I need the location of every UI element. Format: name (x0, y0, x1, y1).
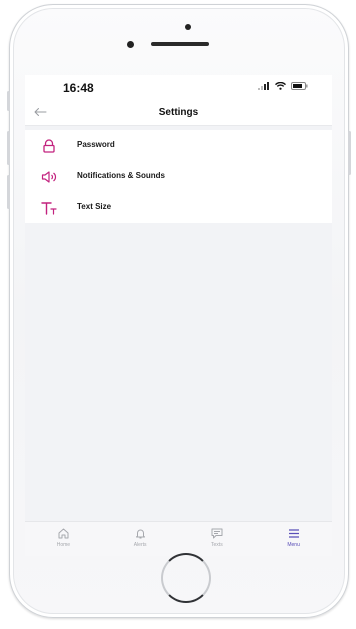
tab-label: Texts (211, 542, 223, 548)
tab-label: Menu (287, 542, 300, 548)
tab-label: Alerts (133, 542, 147, 548)
earpiece-speaker (151, 42, 209, 46)
proximity-sensor (185, 24, 191, 30)
message-icon (211, 528, 223, 539)
tab-home[interactable]: Home (25, 522, 102, 556)
speaker-icon (41, 169, 57, 185)
phone-screen: 16:48 Settings Password Notifications & … (25, 75, 332, 556)
tab-menu[interactable]: Menu (255, 522, 332, 556)
settings-item-notifications[interactable]: Notifications & Sounds (25, 161, 332, 192)
power-button (348, 131, 351, 175)
tab-texts[interactable]: Texts (179, 522, 256, 556)
battery-icon (291, 82, 308, 90)
front-camera (127, 41, 134, 48)
page-title: Settings (158, 107, 199, 118)
bottom-tab-bar: Home Alerts Texts Menu (25, 521, 332, 556)
mute-switch (7, 91, 10, 111)
volume-up-button (7, 131, 10, 165)
tab-alerts[interactable]: Alerts (102, 522, 179, 556)
text-size-icon (41, 200, 57, 216)
signal-icon (258, 82, 269, 90)
status-icons (258, 82, 308, 90)
stage: 16:48 Settings Password Notifications & … (0, 0, 356, 629)
settings-list: Password Notifications & Sounds Text Siz… (25, 130, 332, 223)
wifi-icon (275, 82, 286, 90)
status-time: 16:48 (63, 81, 94, 95)
settings-item-label: Text Size (77, 202, 112, 211)
volume-down-button (7, 175, 10, 209)
tab-label: Home (56, 542, 71, 548)
settings-item-label: Notifications & Sounds (77, 171, 165, 180)
lock-icon (41, 138, 57, 154)
settings-item-password[interactable]: Password (25, 130, 332, 161)
home-button[interactable] (161, 553, 211, 603)
status-bar: 16:48 (25, 75, 332, 99)
menu-icon (288, 529, 299, 538)
bell-icon (135, 529, 145, 539)
settings-item-label: Password (77, 140, 115, 149)
app-header: Settings (25, 99, 332, 126)
home-icon (58, 528, 69, 539)
settings-item-text-size[interactable]: Text Size (25, 192, 332, 223)
